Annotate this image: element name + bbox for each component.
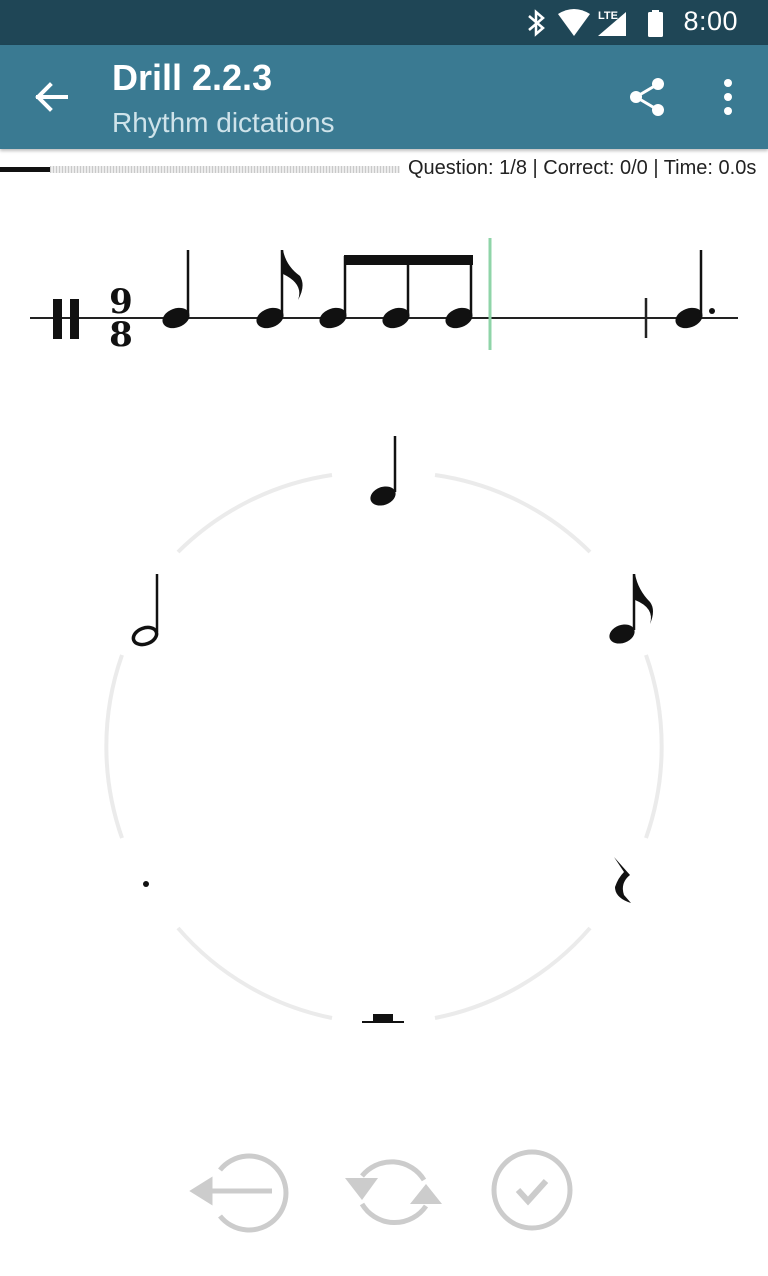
back-arrow-icon[interactable] [24, 69, 80, 125]
eighth-note-option[interactable] [607, 574, 653, 647]
progress-bar [0, 163, 402, 175]
note-wheel [104, 436, 664, 1023]
battery-icon [648, 10, 663, 37]
eighth-rest-option[interactable] [614, 857, 631, 903]
replay-icon[interactable] [345, 1159, 442, 1226]
share-icon[interactable] [624, 73, 672, 121]
quiz-stats: Question: 1/8 | Correct: 0/0 | Time: 0.0… [408, 157, 757, 179]
status-icons: LTE [528, 9, 663, 37]
answer-controls [189, 1149, 573, 1233]
more-vert-icon[interactable] [708, 73, 748, 121]
svg-text:LTE: LTE [598, 10, 618, 22]
rhythm-staff: 9 8 [30, 238, 738, 355]
eighth-note [256, 250, 303, 329]
lte-signal-icon: LTE [598, 10, 626, 36]
bluetooth-icon [528, 9, 545, 37]
wifi-icon [558, 9, 590, 36]
page-title: Drill 2.2.3 [112, 57, 273, 98]
quarter-note [162, 250, 190, 329]
time-signature: 9 8 [109, 282, 133, 355]
page-subtitle: Rhythm dictations [112, 107, 335, 138]
dot-option[interactable] [143, 881, 149, 887]
progress-track [50, 166, 400, 173]
wheel-ring [104, 473, 664, 1020]
status-bar: LTE 8:00 [0, 0, 768, 45]
quarter-note-option[interactable] [368, 436, 399, 509]
half-note-option[interactable] [131, 574, 159, 648]
app-bar: Drill 2.2.3 Rhythm dictations [0, 45, 768, 149]
time-signature-bottom: 8 [109, 315, 133, 355]
check-icon[interactable] [491, 1149, 573, 1231]
status-time: 8:00 [683, 6, 738, 36]
progress-fill [0, 167, 50, 172]
dotted-quarter-note [675, 250, 715, 329]
whole-rest-option[interactable] [362, 1014, 404, 1023]
backspace-icon[interactable] [189, 1153, 289, 1233]
beamed-eighth-notes [319, 255, 473, 329]
